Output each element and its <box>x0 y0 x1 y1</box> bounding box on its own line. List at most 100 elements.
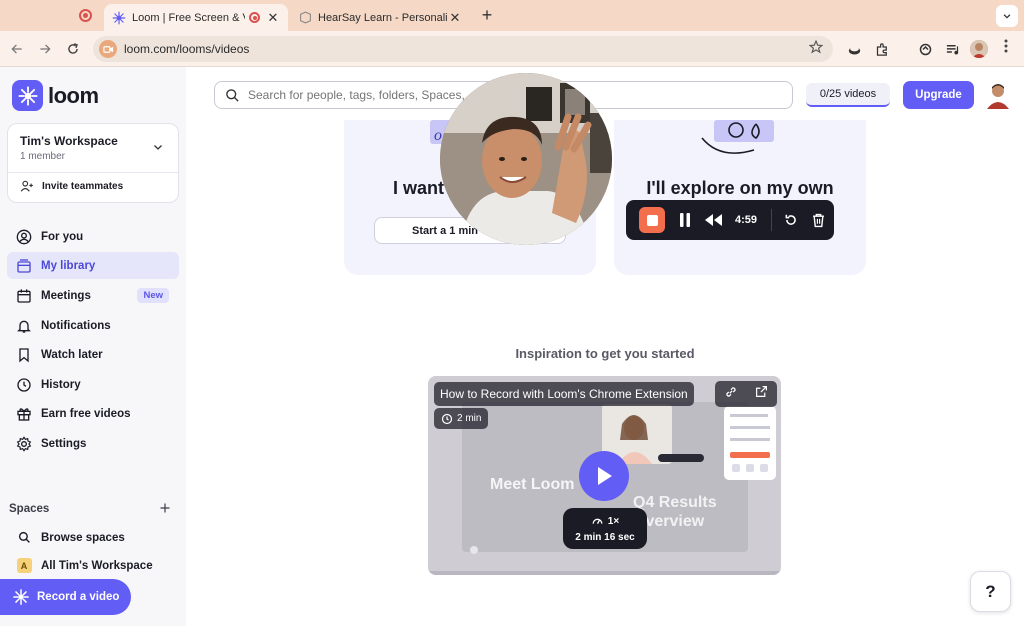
record-video-label: Record a video <box>37 591 120 603</box>
playback-speed-badge[interactable]: 1× 2 min 16 sec <box>563 508 647 549</box>
sidebar-item-all-workspace[interactable]: A All Tim's Workspace <box>7 552 179 579</box>
tab-recording-icon <box>249 12 260 23</box>
browser-tab-loom[interactable]: Loom | Free Screen & Video Recording ✕ <box>104 4 288 31</box>
forward-arrow-icon[interactable] <box>36 40 54 58</box>
webcam-bubble[interactable] <box>440 73 612 245</box>
browser-tab-hearsay[interactable]: HearSay Learn - Personalized ✕ <box>290 4 470 31</box>
trash-icon[interactable] <box>812 213 825 228</box>
sidebar-item-label: For you <box>41 230 84 243</box>
recording-indicator-icon[interactable] <box>79 9 92 22</box>
recording-controls: 4:59 <box>626 200 834 240</box>
add-user-icon <box>20 180 33 192</box>
tab-search-chevron-icon[interactable] <box>996 5 1018 27</box>
sidebar-item-my-library[interactable]: My library <box>7 252 179 279</box>
back-arrow-icon[interactable] <box>8 40 26 58</box>
gear-icon <box>16 435 32 452</box>
user-avatar[interactable] <box>985 81 1011 109</box>
browser-toolbar: loom.com/looms/videos <box>0 31 1024 67</box>
user-circle-icon <box>16 229 32 245</box>
search-input[interactable] <box>248 88 468 102</box>
url-text[interactable]: loom.com/looms/videos <box>124 42 249 56</box>
open-external-icon[interactable] <box>755 385 768 403</box>
play-button[interactable] <box>579 451 629 501</box>
webcam-feed <box>440 73 612 245</box>
video-progress-bar[interactable] <box>428 571 781 575</box>
stop-recording-button[interactable] <box>639 207 665 233</box>
media-queue-icon[interactable] <box>943 40 961 58</box>
copy-link-icon[interactable] <box>724 385 738 404</box>
workspace-member-count: 1 member <box>20 151 66 162</box>
workspace-card: Tim's Workspace 1 member Invite teammate… <box>7 123 179 203</box>
sidebar-item-label: Earn free videos <box>41 407 131 420</box>
card-title: I'll explore on my own <box>646 178 834 198</box>
browser-menu-icon[interactable] <box>1004 39 1008 56</box>
sidebar-item-for-you[interactable]: For you <box>7 223 179 250</box>
restart-icon[interactable] <box>784 213 798 227</box>
sidebar-item-label: Notifications <box>41 319 111 332</box>
pause-icon[interactable] <box>679 213 691 227</box>
sidebar-item-label: Watch later <box>41 348 103 361</box>
sidebar-item-notifications[interactable]: Notifications <box>7 312 179 339</box>
new-tab-icon[interactable]: + <box>479 5 495 26</box>
sidebar-item-watch-later[interactable]: Watch later <box>7 341 179 368</box>
loom-record-icon <box>13 589 29 605</box>
address-bar[interactable]: loom.com/looms/videos <box>93 36 833 62</box>
new-badge: New <box>137 288 169 303</box>
sidebar-item-browse-spaces[interactable]: Browse spaces <box>7 524 179 551</box>
inspiration-video-card[interactable]: How to Record with Loom's Chrome Extensi… <box>428 376 781 575</box>
workspace-name: Tim's Workspace <box>20 134 118 148</box>
recording-timer: 4:59 <box>735 214 758 226</box>
close-tab-icon[interactable]: ✕ <box>266 10 280 26</box>
hearsay-favicon-icon <box>298 11 312 25</box>
sidebar-item-history[interactable]: History <box>7 371 179 398</box>
help-button[interactable]: ? <box>970 571 1011 612</box>
extensions-puzzle-icon[interactable] <box>873 40 891 58</box>
library-icon <box>16 258 32 274</box>
sidebar-item-label: Settings <box>41 437 87 450</box>
sidebar-item-earn-free-videos[interactable]: Earn free videos <box>7 400 179 427</box>
video-quota[interactable]: 0/25 videos <box>806 83 890 107</box>
video-duration: 2 min <box>457 413 482 424</box>
clock-icon <box>16 377 32 393</box>
loom-logo[interactable]: loom <box>12 80 99 111</box>
extension-cloud-icon[interactable] <box>845 40 863 58</box>
sidebar-item-label: Browse spaces <box>41 531 125 544</box>
upgrade-button[interactable]: Upgrade <box>903 81 974 109</box>
playback-speed: 1× <box>607 516 620 527</box>
search-icon <box>226 88 239 102</box>
bookmark-star-icon[interactable] <box>808 39 824 57</box>
profile-avatar[interactable] <box>970 40 988 58</box>
tab-title: HearSay Learn - Personalized <box>318 11 448 24</box>
sidebar-item-settings[interactable]: Settings <box>7 430 179 457</box>
chevron-down-icon[interactable] <box>152 140 164 158</box>
loom-favicon-icon <box>112 11 126 25</box>
space-letter: A <box>16 558 32 573</box>
camera-indicator-icon[interactable] <box>99 40 117 58</box>
inspiration-heading: Inspiration to get you started <box>515 346 695 361</box>
invite-teammates-button[interactable]: Invite teammates <box>20 179 123 193</box>
record-video-button[interactable]: Record a video <box>0 579 131 615</box>
bell-icon <box>16 318 32 334</box>
reload-icon[interactable] <box>64 40 82 58</box>
divider <box>771 209 773 231</box>
close-tab-icon[interactable]: ✕ <box>448 10 462 26</box>
divider <box>8 172 178 173</box>
overlay-line: Q4 Results <box>633 494 717 511</box>
space-avatar: A <box>16 558 32 574</box>
extension-loop-icon[interactable] <box>916 40 934 58</box>
video-length: 2 min 16 sec <box>575 532 635 543</box>
rewind-icon[interactable] <box>705 214 722 226</box>
video-actions <box>715 381 777 407</box>
browser-tabstrip: Loom | Free Screen & Video Recording ✕ H… <box>0 0 1024 31</box>
clock-icon <box>441 413 453 424</box>
calendar-icon <box>16 288 32 304</box>
sidebar-item-label: History <box>41 378 81 391</box>
add-space-icon[interactable] <box>159 499 171 519</box>
illustration <box>701 120 774 154</box>
card-title: I want <box>393 178 445 198</box>
video-overlay-text: Meet Loom <box>490 476 575 493</box>
sidebar-item-meetings[interactable]: Meetings New <box>7 282 179 309</box>
loom-logo-icon <box>12 80 43 111</box>
play-icon <box>598 467 612 485</box>
logo-wordmark: loom <box>48 82 99 108</box>
